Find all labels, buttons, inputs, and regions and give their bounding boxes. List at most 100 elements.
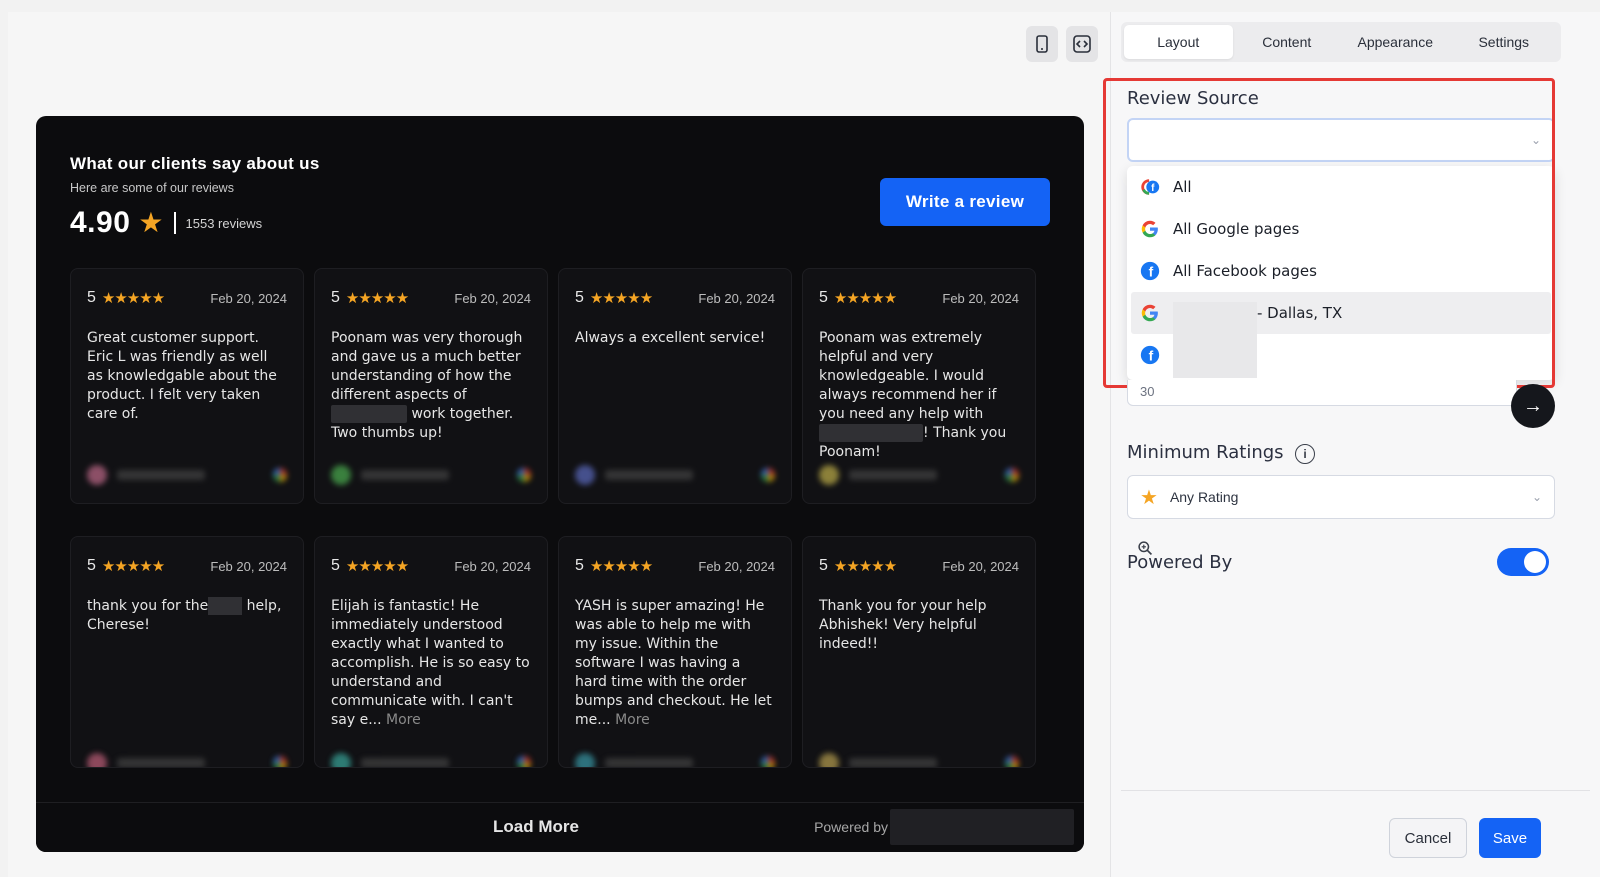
save-button[interactable]: Save <box>1479 818 1541 858</box>
google-icon <box>761 468 775 482</box>
minimum-ratings-label: Minimum Ratings <box>1127 442 1284 463</box>
review-date: Feb 20, 2024 <box>454 290 531 306</box>
review-stars: ★★★★★ <box>833 558 897 575</box>
option-all-google-pages[interactable]: All Google pages <box>1127 208 1555 250</box>
review-card-header: 5 ★★★★★ Feb 20, 2024 <box>331 557 531 575</box>
option-all[interactable]: f All <box>1127 166 1555 208</box>
review-rating-number: 5 <box>819 289 828 306</box>
hidden-field-partial[interactable]: 30 <box>1127 380 1517 406</box>
toggle-knob <box>1524 551 1546 573</box>
author-name-redacted <box>117 758 205 767</box>
chevron-down-icon: ⌄ <box>1530 133 1541 147</box>
review-stars: ★★★★★ <box>345 290 409 307</box>
arrow-right-button[interactable]: → <box>1511 384 1555 428</box>
powered-by-label: Powered By <box>1127 552 1233 573</box>
google-icon <box>1139 218 1161 240</box>
google-facebook-combined-icon: f <box>1139 176 1161 198</box>
review-card-header: 5 ★★★★★ Feb 20, 2024 <box>575 557 775 575</box>
review-author <box>331 753 531 767</box>
review-author <box>819 465 1019 485</box>
review-text-part: Poonam was very thorough and gave us a m… <box>331 330 523 403</box>
review-rating-number: 5 <box>331 557 340 574</box>
option-all-facebook-pages[interactable]: f All Facebook pages <box>1127 250 1555 292</box>
review-text: Poonam was extremely helpful and very kn… <box>819 329 1019 462</box>
option-label: - Dallas, TX <box>1257 304 1343 322</box>
review-card: 5 ★★★★★ Feb 20, 2024 Great customer supp… <box>70 268 304 504</box>
redacted-text <box>331 405 407 423</box>
widget-title: What our clients say about us <box>70 154 320 173</box>
review-date: Feb 20, 2024 <box>210 558 287 574</box>
review-date: Feb 20, 2024 <box>942 290 1019 306</box>
option-label: All <box>1173 178 1192 196</box>
review-text: YASH is super amazing! He was able to he… <box>575 597 775 730</box>
avatar <box>87 753 107 767</box>
author-name-redacted <box>849 470 937 480</box>
review-date: Feb 20, 2024 <box>942 558 1019 574</box>
tab-content[interactable]: Content <box>1233 25 1342 59</box>
author-name-redacted <box>605 470 693 480</box>
author-name-redacted <box>361 758 449 767</box>
review-stars: ★★★★★ <box>101 558 165 575</box>
google-icon <box>273 468 287 482</box>
review-text: Great customer support. Eric L was frien… <box>87 330 277 422</box>
google-icon <box>1005 468 1019 482</box>
review-text: thank you for the help, Cherese! <box>87 597 287 635</box>
chevron-down-icon: ⌄ <box>1531 490 1542 504</box>
review-stars: ★★★★★ <box>345 558 409 575</box>
review-card: 5 ★★★★★ Feb 20, 2024 Poonam was very tho… <box>314 268 548 504</box>
avatar <box>575 753 595 767</box>
review-author <box>87 465 287 485</box>
review-text: Thank you for your help Abhishek! Very h… <box>819 598 987 652</box>
reviews-widget: What our clients say about us Here are s… <box>36 116 1084 852</box>
mobile-preview-button[interactable] <box>1026 26 1058 62</box>
tab-layout[interactable]: Layout <box>1124 25 1233 59</box>
embed-code-button[interactable] <box>1066 26 1098 62</box>
review-cards-grid: 5 ★★★★★ Feb 20, 2024 Great customer supp… <box>70 268 1038 768</box>
more-link[interactable]: More <box>615 712 650 728</box>
review-rating-number: 5 <box>575 289 584 306</box>
review-stars: ★★★★★ <box>101 290 165 307</box>
powered-by-text: Powered by <box>814 819 888 835</box>
minimum-ratings-select[interactable]: ★ Any Rating ⌄ <box>1127 475 1555 519</box>
review-card-header: 5 ★★★★★ Feb 20, 2024 <box>819 289 1019 307</box>
redacted-location-block <box>1173 302 1257 378</box>
more-link[interactable]: More <box>386 712 421 728</box>
powered-by-toggle[interactable] <box>1497 548 1549 576</box>
review-count: 1553 reviews <box>185 215 263 231</box>
review-author <box>575 753 775 767</box>
review-text-part: thank you for the <box>87 598 209 614</box>
review-text: Always a excellent service! <box>575 330 766 346</box>
footer-divider <box>1121 790 1590 791</box>
star-icon: ★ <box>1140 486 1158 509</box>
review-card: 5 ★★★★★ Feb 20, 2024 Elijah is fantastic… <box>314 536 548 768</box>
review-card-header: 5 ★★★★★ Feb 20, 2024 <box>87 289 287 307</box>
review-stars: ★★★★★ <box>833 290 897 307</box>
review-source-select[interactable]: ⌄ <box>1127 118 1555 162</box>
review-text-part: Elijah is fantastic! He immediately unde… <box>331 598 530 728</box>
google-icon <box>761 756 775 767</box>
review-text-part: Poonam was extremely helpful and very kn… <box>819 330 997 422</box>
write-review-button[interactable]: Write a review <box>880 178 1050 226</box>
review-rating-number: 5 <box>819 557 828 574</box>
cancel-button[interactable]: Cancel <box>1389 818 1467 858</box>
arrow-right-icon: → <box>1523 394 1543 417</box>
avatar <box>819 465 839 485</box>
review-rating-number: 5 <box>575 557 584 574</box>
review-card-header: 5 ★★★★★ Feb 20, 2024 <box>575 289 775 307</box>
info-icon[interactable]: i <box>1295 444 1315 464</box>
review-author <box>819 753 1019 767</box>
preview-toolbar <box>1026 26 1098 62</box>
avatar <box>87 465 107 485</box>
settings-tabs: Layout Content Appearance Settings <box>1121 22 1561 62</box>
tab-appearance[interactable]: Appearance <box>1341 25 1450 59</box>
tab-settings[interactable]: Settings <box>1450 25 1559 59</box>
star-icon: ★ <box>138 207 164 238</box>
powered-by-logo-redacted <box>890 809 1074 845</box>
review-card-header: 5 ★★★★★ Feb 20, 2024 <box>819 557 1019 575</box>
widget-subtitle: Here are some of our reviews <box>70 181 234 195</box>
google-icon <box>1005 756 1019 767</box>
author-name-redacted <box>117 470 205 480</box>
author-name-redacted <box>849 758 937 767</box>
review-text-part: YASH is super amazing! He was able to he… <box>575 598 772 728</box>
review-rating-number: 5 <box>331 289 340 306</box>
